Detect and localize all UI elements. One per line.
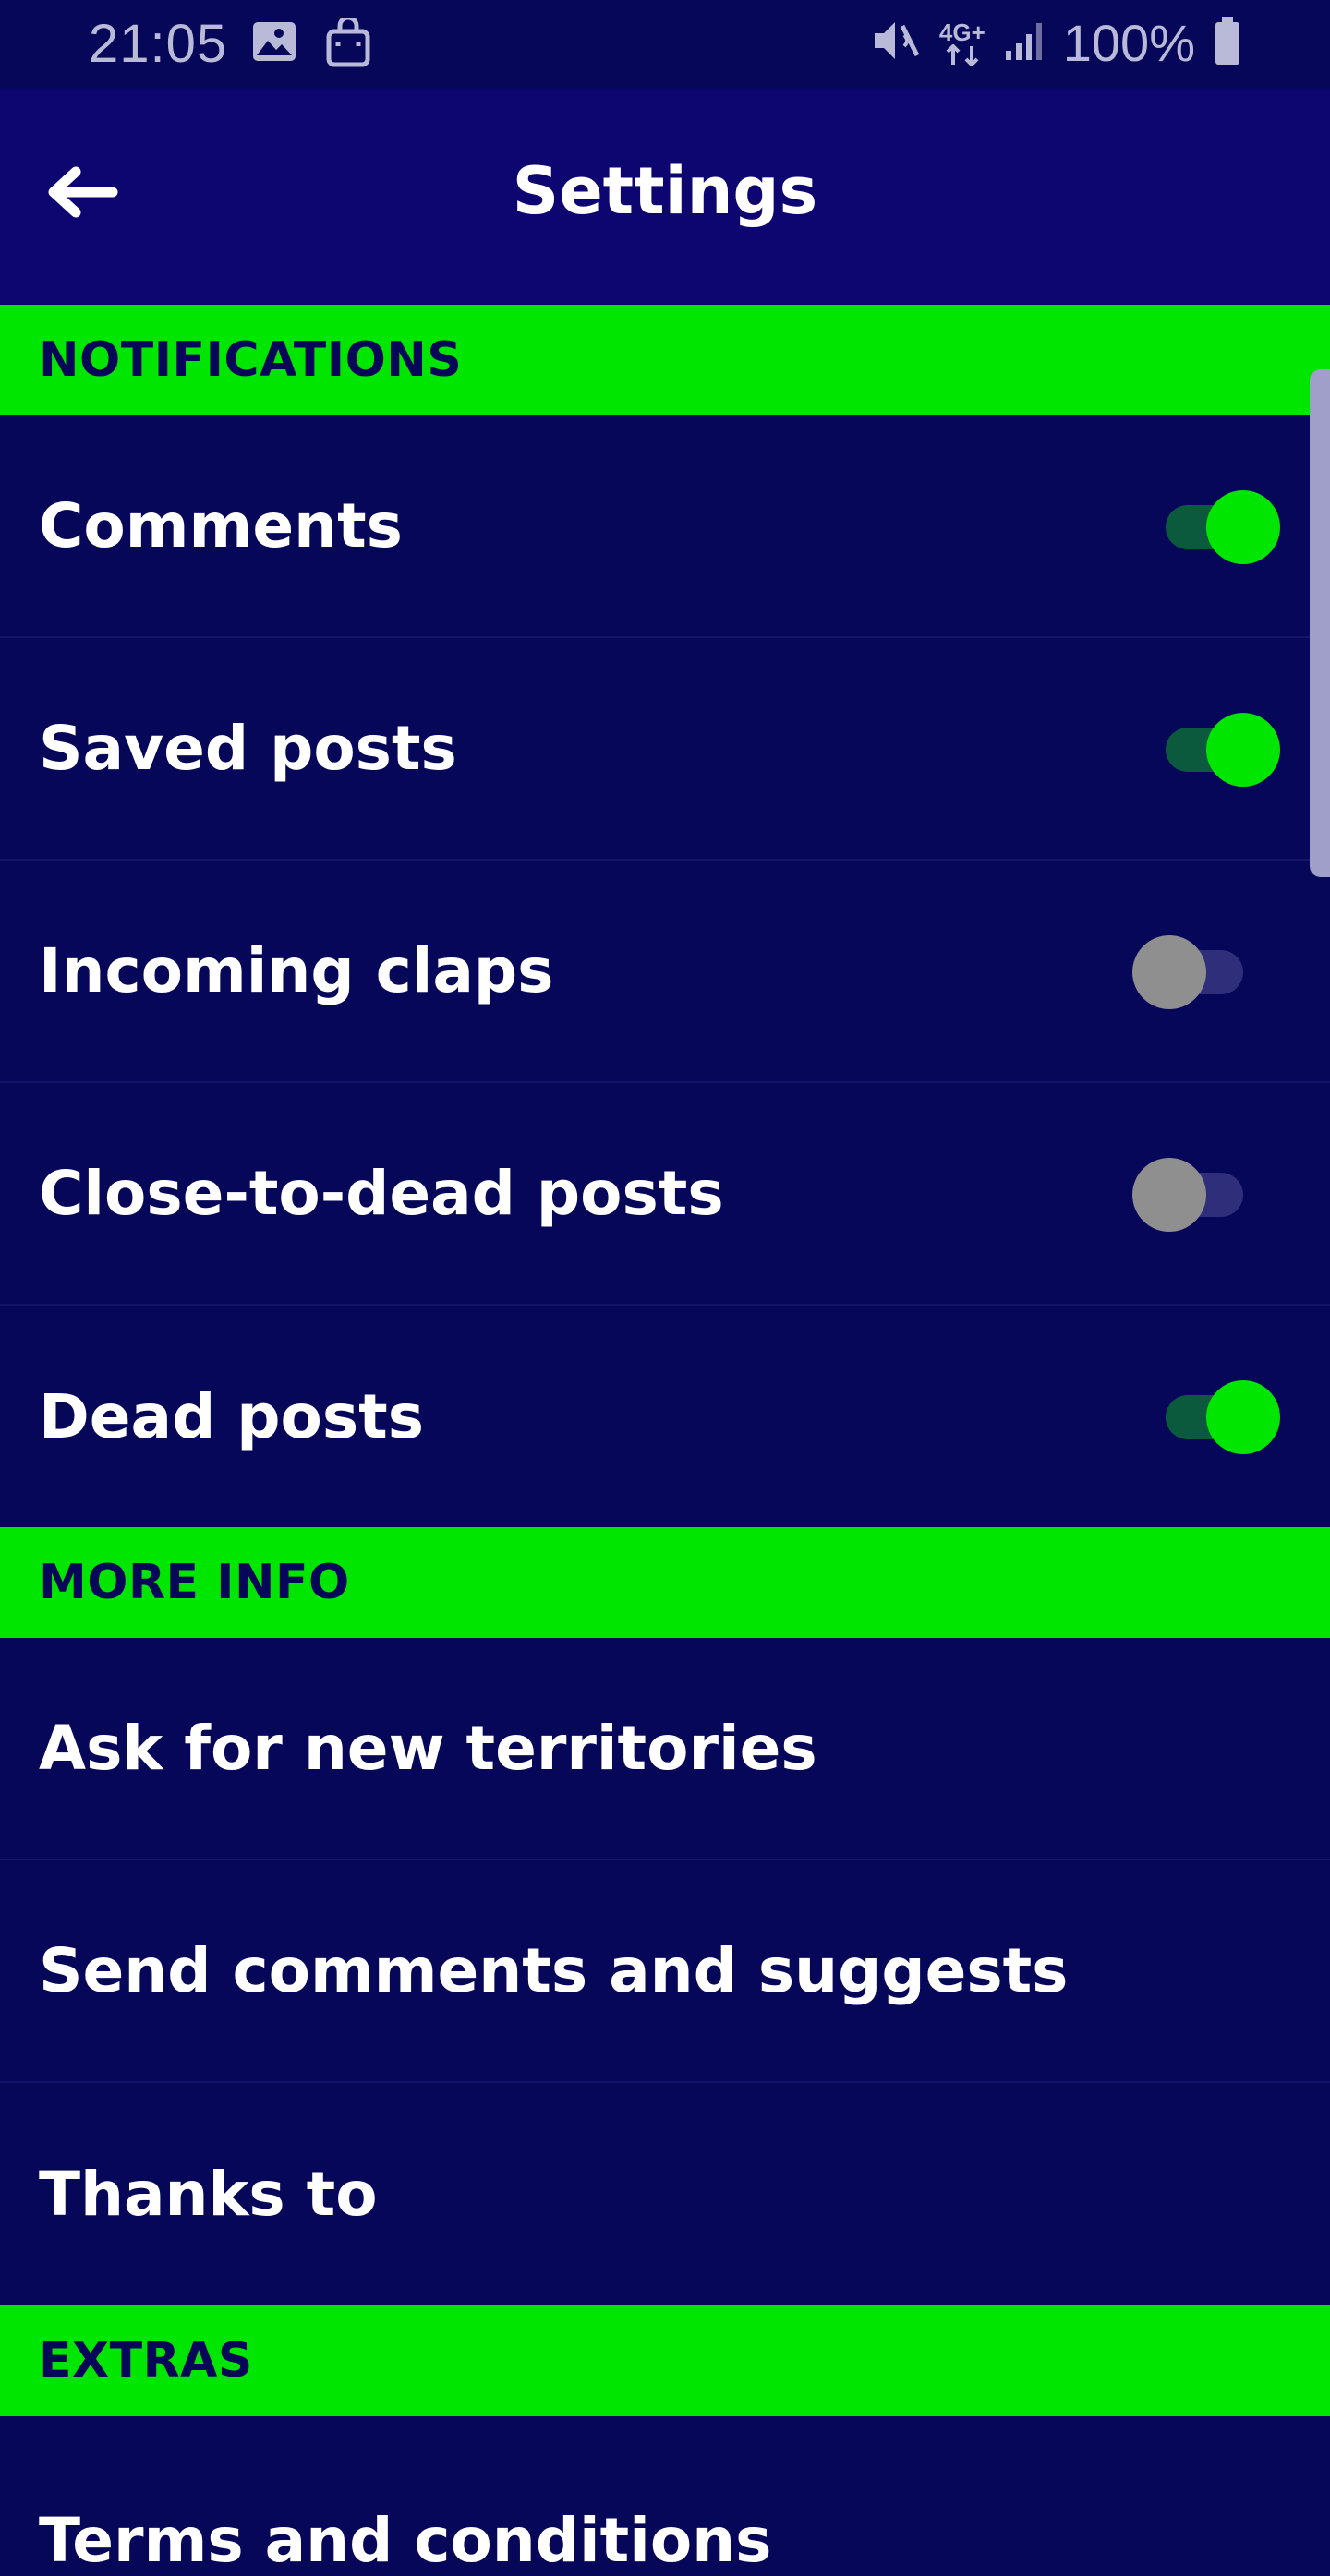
menu-item-ask-territories[interactable]: Ask for new territories — [0, 1638, 1330, 1860]
setting-label: Incoming claps — [39, 935, 554, 1006]
status-bar: 21:05 4G+ 100% — [0, 0, 1330, 89]
section-header-notifications: NOTIFICATIONS — [0, 305, 1330, 415]
shopping-bag-icon — [325, 15, 371, 73]
status-time: 21:05 — [89, 14, 228, 74]
section-header-extras: EXTRAS — [0, 2305, 1330, 2416]
setting-row-close-to-dead-posts[interactable]: Close-to-dead posts — [0, 1083, 1330, 1306]
menu-item-terms[interactable]: Terms and conditions — [0, 2416, 1330, 2576]
setting-label: Dead posts — [39, 1380, 425, 1452]
setting-label: Close-to-dead posts — [39, 1158, 724, 1229]
menu-item-label: Thanks to — [39, 2159, 378, 2230]
incoming-claps-toggle[interactable] — [1132, 930, 1252, 1013]
scrollbar-thumb[interactable] — [1310, 369, 1330, 877]
battery-percent: 100% — [1062, 14, 1195, 72]
setting-row-saved-posts[interactable]: Saved posts — [0, 638, 1330, 861]
mute-icon — [871, 17, 921, 69]
setting-row-dead-posts[interactable]: Dead posts — [0, 1306, 1330, 1527]
section-header-more-info: MORE INFO — [0, 1527, 1330, 1638]
network-type-icon: 4G+ — [939, 20, 985, 66]
menu-item-thanks-to[interactable]: Thanks to — [0, 2083, 1330, 2305]
app-bar: Settings — [0, 89, 1330, 305]
comments-toggle[interactable] — [1160, 485, 1280, 568]
dead-posts-toggle[interactable] — [1160, 1375, 1280, 1458]
gallery-icon — [251, 18, 297, 73]
page-title: Settings — [512, 153, 818, 229]
menu-item-label: Send comments and suggests — [39, 1935, 1069, 2006]
menu-item-send-comments[interactable]: Send comments and suggests — [0, 1860, 1330, 2083]
saved-posts-toggle[interactable] — [1160, 707, 1280, 790]
menu-item-label: Ask for new territories — [39, 1713, 817, 1784]
battery-icon — [1214, 17, 1241, 69]
menu-item-label: Terms and conditions — [39, 2505, 772, 2576]
signal-icon — [1004, 19, 1045, 66]
setting-label: Comments — [39, 490, 403, 561]
setting-row-incoming-claps[interactable]: Incoming claps — [0, 861, 1330, 1083]
network-type-label: 4G+ — [938, 18, 985, 46]
close-to-dead-posts-toggle[interactable] — [1132, 1152, 1252, 1235]
setting-row-comments[interactable]: Comments — [0, 415, 1330, 638]
setting-label: Saved posts — [39, 713, 457, 784]
